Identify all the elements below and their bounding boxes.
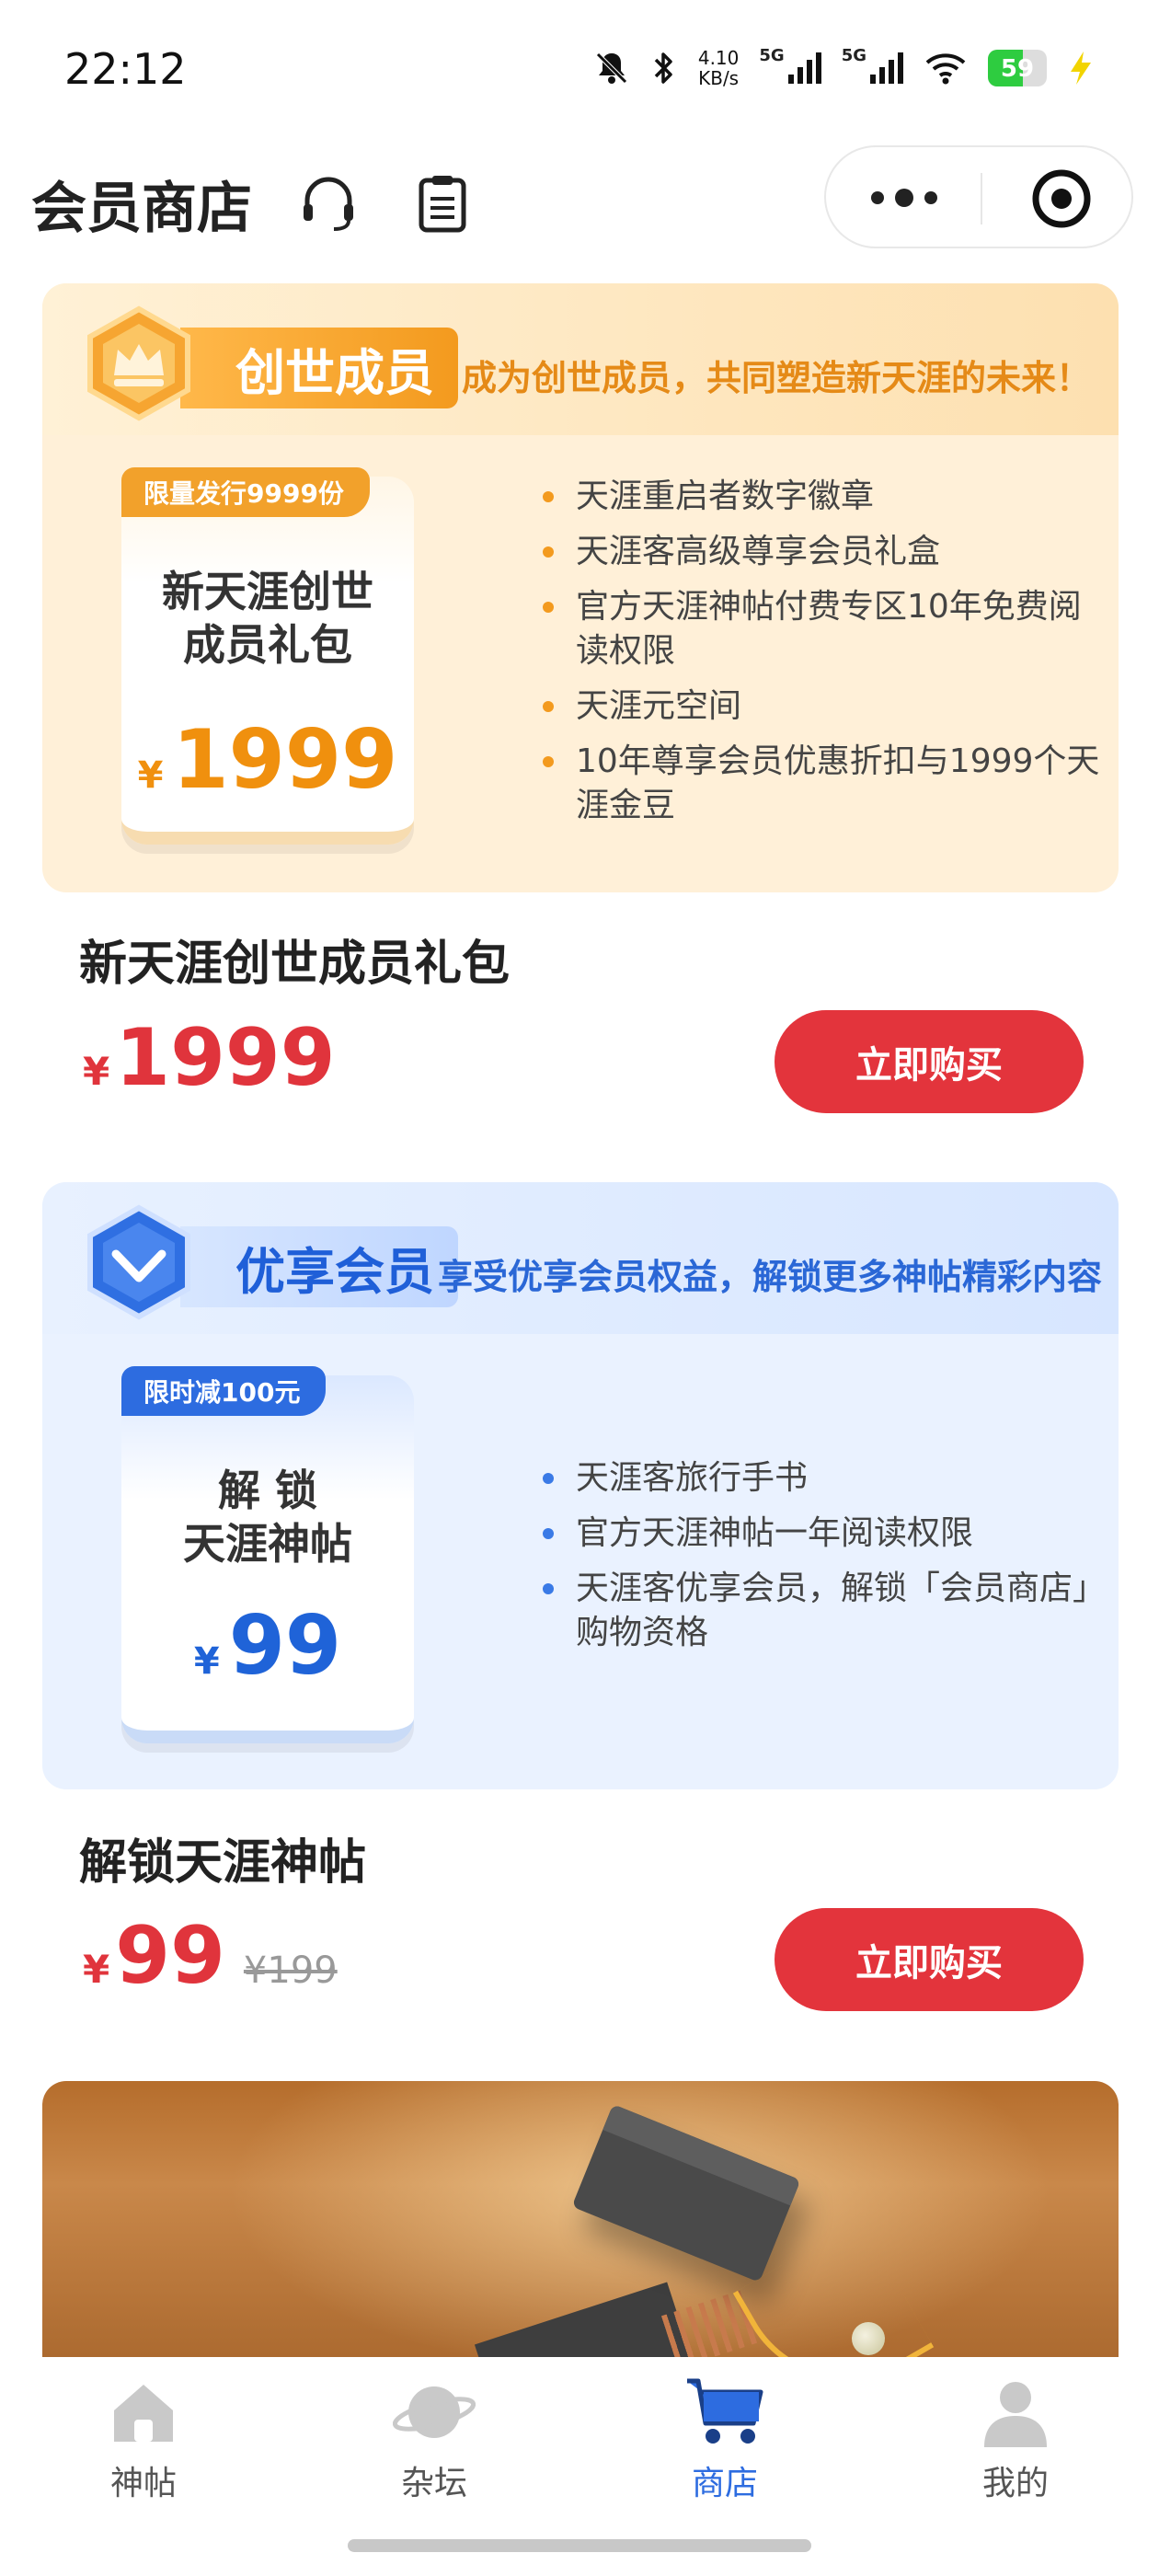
- tab-label: 商店: [691, 2465, 758, 2502]
- person-icon: [984, 2382, 1047, 2447]
- feature-item: 天涯客旅行手书: [530, 1456, 1100, 1501]
- network-type-label: 5G: [759, 46, 785, 65]
- tab-shentie[interactable]: 神帖: [52, 2375, 235, 2523]
- price-value: 99: [115, 1910, 225, 2002]
- original-price: ¥199: [243, 1949, 338, 1992]
- buy-now-button[interactable]: 立即购买: [775, 1908, 1084, 2011]
- product-photo[interactable]: [42, 2081, 1119, 2375]
- ticket-name: 解 锁 天涯神帖: [183, 1466, 352, 1569]
- product-title: 解锁天涯神帖: [79, 1835, 367, 1891]
- photo-jade-bead: [852, 2322, 885, 2355]
- feature-item: 官方天涯神帖一年阅读权限: [530, 1512, 1100, 1556]
- feature-item: 天涯元空间: [530, 684, 1100, 729]
- feature-item: 天涯重启者数字徽章: [530, 475, 1100, 519]
- banner-slogan: 享受优享会员权益，解锁更多神帖精彩内容: [438, 1257, 1103, 1297]
- tab-label: 我的: [981, 2465, 1049, 2502]
- top-navigation: 会员商店: [0, 138, 1159, 267]
- badge-label: 创世成员: [180, 328, 458, 408]
- charging-bolt-icon: [1071, 52, 1091, 85]
- network-speed-unit: KB/s: [698, 67, 740, 89]
- status-bar: 22:12 4.10 KB/s 5G 5G 59: [0, 0, 1159, 138]
- network-type-label: 5G: [841, 46, 866, 65]
- signal-bars-icon: [787, 52, 821, 84]
- ticket-currency: ¥: [137, 754, 164, 797]
- package-ticket: 限量发行9999份 新天涯创世 成员礼包 ¥1999: [121, 467, 414, 845]
- capsule-divider: [981, 173, 982, 224]
- feature-item: 天涯客高级尊享会员礼盒: [530, 530, 1100, 574]
- more-dots-icon[interactable]: [863, 166, 946, 230]
- product-price: ¥ 1999: [83, 1012, 336, 1104]
- battery-indicator: 59: [988, 50, 1047, 86]
- mute-bell-icon: [596, 52, 627, 84]
- planet-icon: [393, 2386, 476, 2438]
- order-list-icon[interactable]: [410, 171, 475, 236]
- ticket-price: ¥1999: [121, 712, 414, 807]
- banner-slogan: 成为创世成员，共同塑造新天涯的未来！: [462, 358, 1092, 398]
- signal-2: 5G: [842, 46, 903, 84]
- page-title: 会员商店: [31, 177, 252, 241]
- status-time: 22:12: [64, 44, 187, 94]
- house-icon: [114, 2385, 173, 2442]
- ticket-price-value: 99: [228, 1598, 342, 1693]
- mini-program-capsule: [824, 145, 1133, 248]
- founder-package-banner[interactable]: 创世成员 成为创世成员，共同塑造新天涯的未来！ 限量发行9999份 新天涯创世 …: [42, 283, 1119, 892]
- discount-flag: 限时减100元: [121, 1366, 327, 1416]
- product-price: ¥ 99 ¥199: [83, 1910, 338, 2002]
- tab-label: 神帖: [109, 2465, 177, 2502]
- network-speed-value: 4.10: [697, 47, 740, 69]
- battery-percent: 59: [1000, 55, 1035, 83]
- package-ticket: 限时减100元 解 锁 天涯神帖 ¥99: [121, 1366, 414, 1743]
- tab-zatan[interactable]: 杂坛: [342, 2375, 526, 2523]
- feature-list: 天涯客旅行手书 官方天涯神帖一年阅读权限 天涯客优享会员，解锁「会员商店」购物资…: [530, 1456, 1100, 1666]
- ticket-currency: ¥: [193, 1640, 220, 1683]
- status-icons: 4.10 KB/s 5G 5G 59: [593, 46, 1095, 88]
- feature-item: 10年尊享会员优惠折扣与1999个天涯金豆: [530, 740, 1100, 828]
- currency-symbol: ¥: [83, 1049, 110, 1094]
- limited-flag: 限量发行9999份: [121, 467, 370, 517]
- feature-item: 官方天涯神帖付费专区10年免费阅读权限: [530, 585, 1100, 673]
- cart-icon: [687, 2378, 763, 2444]
- premium-member-banner[interactable]: 优享会员 享受优享会员权益，解锁更多神帖精彩内容 限时减100元 解 锁 天涯神…: [42, 1182, 1119, 1789]
- crown-badge-icon: [87, 305, 190, 421]
- currency-symbol: ¥: [83, 1947, 110, 1992]
- ticket-price-value: 1999: [172, 712, 398, 807]
- feature-list: 天涯重启者数字徽章 天涯客高级尊享会员礼盒 官方天涯神帖付费专区10年免费阅读权…: [530, 475, 1100, 839]
- ticket-name: 新天涯创世 成员礼包: [162, 567, 373, 670]
- signal-1: 5G: [759, 46, 821, 84]
- signal-bars-icon: [870, 52, 903, 84]
- tab-shop[interactable]: 商店: [633, 2375, 817, 2523]
- tab-mine[interactable]: 我的: [924, 2375, 1107, 2523]
- buy-now-button[interactable]: 立即购买: [775, 1010, 1084, 1113]
- headset-icon[interactable]: [296, 171, 361, 236]
- price-value: 1999: [115, 1012, 336, 1104]
- network-speed: 4.10 KB/s: [698, 48, 740, 88]
- badge-label: 优享会员: [180, 1226, 458, 1307]
- close-target-icon[interactable]: [1028, 166, 1095, 232]
- tab-label: 杂坛: [400, 2465, 467, 2502]
- feature-item: 天涯客优享会员，解锁「会员商店」购物资格: [530, 1567, 1100, 1655]
- ticket-price: ¥99: [121, 1598, 414, 1693]
- wifi-icon: [925, 53, 966, 85]
- bluetooth-icon: [654, 52, 672, 84]
- home-indicator[interactable]: [348, 2539, 811, 2552]
- product-title: 新天涯创世成员礼包: [79, 937, 511, 992]
- diamond-badge-icon: [87, 1204, 190, 1320]
